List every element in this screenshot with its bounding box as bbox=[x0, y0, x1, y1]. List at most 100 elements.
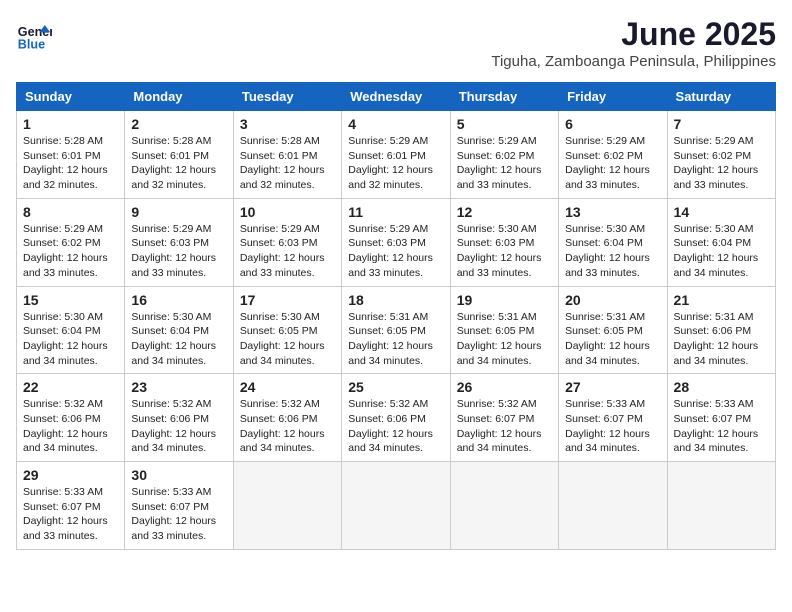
day-info: Sunrise: 5:28 AMSunset: 6:01 PMDaylight:… bbox=[131, 134, 226, 193]
day-number: 8 bbox=[23, 204, 118, 220]
day-info: Sunrise: 5:31 AMSunset: 6:06 PMDaylight:… bbox=[674, 310, 769, 369]
day-info: Sunrise: 5:29 AMSunset: 6:01 PMDaylight:… bbox=[348, 134, 443, 193]
header-monday: Monday bbox=[125, 83, 233, 111]
calendar-day-cell: 4 Sunrise: 5:29 AMSunset: 6:01 PMDayligh… bbox=[342, 111, 450, 199]
day-number: 22 bbox=[23, 379, 118, 395]
day-number: 5 bbox=[457, 116, 552, 132]
day-number: 15 bbox=[23, 292, 118, 308]
calendar-day-cell: 6 Sunrise: 5:29 AMSunset: 6:02 PMDayligh… bbox=[559, 111, 667, 199]
calendar-day-cell: 22 Sunrise: 5:32 AMSunset: 6:06 PMDaylig… bbox=[17, 374, 125, 462]
calendar-day-cell bbox=[667, 462, 775, 550]
calendar-day-cell bbox=[559, 462, 667, 550]
day-info: Sunrise: 5:32 AMSunset: 6:06 PMDaylight:… bbox=[240, 397, 335, 456]
day-number: 14 bbox=[674, 204, 769, 220]
day-info: Sunrise: 5:32 AMSunset: 6:06 PMDaylight:… bbox=[348, 397, 443, 456]
day-info: Sunrise: 5:29 AMSunset: 6:02 PMDaylight:… bbox=[23, 222, 118, 281]
svg-text:Blue: Blue bbox=[18, 37, 45, 51]
day-info: Sunrise: 5:30 AMSunset: 6:04 PMDaylight:… bbox=[23, 310, 118, 369]
day-number: 21 bbox=[674, 292, 769, 308]
calendar-day-cell: 2 Sunrise: 5:28 AMSunset: 6:01 PMDayligh… bbox=[125, 111, 233, 199]
calendar-day-cell: 5 Sunrise: 5:29 AMSunset: 6:02 PMDayligh… bbox=[450, 111, 558, 199]
calendar-day-cell: 29 Sunrise: 5:33 AMSunset: 6:07 PMDaylig… bbox=[17, 462, 125, 550]
calendar-day-cell: 26 Sunrise: 5:32 AMSunset: 6:07 PMDaylig… bbox=[450, 374, 558, 462]
calendar-day-cell bbox=[233, 462, 341, 550]
calendar-day-cell: 23 Sunrise: 5:32 AMSunset: 6:06 PMDaylig… bbox=[125, 374, 233, 462]
day-info: Sunrise: 5:31 AMSunset: 6:05 PMDaylight:… bbox=[565, 310, 660, 369]
calendar-day-cell: 20 Sunrise: 5:31 AMSunset: 6:05 PMDaylig… bbox=[559, 286, 667, 374]
day-number: 13 bbox=[565, 204, 660, 220]
calendar-day-cell: 1 Sunrise: 5:28 AMSunset: 6:01 PMDayligh… bbox=[17, 111, 125, 199]
day-info: Sunrise: 5:29 AMSunset: 6:02 PMDaylight:… bbox=[565, 134, 660, 193]
day-number: 9 bbox=[131, 204, 226, 220]
day-number: 30 bbox=[131, 467, 226, 483]
logo: General Blue bbox=[16, 16, 52, 52]
calendar-day-cell: 10 Sunrise: 5:29 AMSunset: 6:03 PMDaylig… bbox=[233, 198, 341, 286]
calendar-day-cell: 19 Sunrise: 5:31 AMSunset: 6:05 PMDaylig… bbox=[450, 286, 558, 374]
header-saturday: Saturday bbox=[667, 83, 775, 111]
calendar-day-cell: 13 Sunrise: 5:30 AMSunset: 6:04 PMDaylig… bbox=[559, 198, 667, 286]
day-number: 18 bbox=[348, 292, 443, 308]
day-number: 2 bbox=[131, 116, 226, 132]
logo-icon: General Blue bbox=[16, 16, 52, 52]
month-title: June 2025 bbox=[491, 16, 776, 53]
day-number: 6 bbox=[565, 116, 660, 132]
day-info: Sunrise: 5:30 AMSunset: 6:04 PMDaylight:… bbox=[131, 310, 226, 369]
day-info: Sunrise: 5:32 AMSunset: 6:06 PMDaylight:… bbox=[131, 397, 226, 456]
day-info: Sunrise: 5:33 AMSunset: 6:07 PMDaylight:… bbox=[23, 485, 118, 544]
week-row-5: 29 Sunrise: 5:33 AMSunset: 6:07 PMDaylig… bbox=[17, 462, 776, 550]
day-info: Sunrise: 5:31 AMSunset: 6:05 PMDaylight:… bbox=[457, 310, 552, 369]
location-title: Tiguha, Zamboanga Peninsula, Philippines bbox=[491, 53, 776, 70]
day-info: Sunrise: 5:28 AMSunset: 6:01 PMDaylight:… bbox=[23, 134, 118, 193]
day-number: 27 bbox=[565, 379, 660, 395]
day-number: 3 bbox=[240, 116, 335, 132]
calendar-day-cell: 14 Sunrise: 5:30 AMSunset: 6:04 PMDaylig… bbox=[667, 198, 775, 286]
week-row-4: 22 Sunrise: 5:32 AMSunset: 6:06 PMDaylig… bbox=[17, 374, 776, 462]
day-info: Sunrise: 5:28 AMSunset: 6:01 PMDaylight:… bbox=[240, 134, 335, 193]
day-info: Sunrise: 5:31 AMSunset: 6:05 PMDaylight:… bbox=[348, 310, 443, 369]
header-friday: Friday bbox=[559, 83, 667, 111]
day-number: 28 bbox=[674, 379, 769, 395]
calendar-day-cell: 25 Sunrise: 5:32 AMSunset: 6:06 PMDaylig… bbox=[342, 374, 450, 462]
day-info: Sunrise: 5:29 AMSunset: 6:03 PMDaylight:… bbox=[348, 222, 443, 281]
calendar-day-cell: 12 Sunrise: 5:30 AMSunset: 6:03 PMDaylig… bbox=[450, 198, 558, 286]
day-number: 16 bbox=[131, 292, 226, 308]
day-number: 1 bbox=[23, 116, 118, 132]
day-info: Sunrise: 5:33 AMSunset: 6:07 PMDaylight:… bbox=[131, 485, 226, 544]
calendar-day-cell: 21 Sunrise: 5:31 AMSunset: 6:06 PMDaylig… bbox=[667, 286, 775, 374]
calendar-day-cell: 16 Sunrise: 5:30 AMSunset: 6:04 PMDaylig… bbox=[125, 286, 233, 374]
day-number: 24 bbox=[240, 379, 335, 395]
calendar-day-cell: 9 Sunrise: 5:29 AMSunset: 6:03 PMDayligh… bbox=[125, 198, 233, 286]
calendar-day-cell bbox=[342, 462, 450, 550]
day-info: Sunrise: 5:32 AMSunset: 6:07 PMDaylight:… bbox=[457, 397, 552, 456]
day-info: Sunrise: 5:29 AMSunset: 6:03 PMDaylight:… bbox=[240, 222, 335, 281]
header-thursday: Thursday bbox=[450, 83, 558, 111]
day-info: Sunrise: 5:33 AMSunset: 6:07 PMDaylight:… bbox=[565, 397, 660, 456]
weekday-header-row: Sunday Monday Tuesday Wednesday Thursday… bbox=[17, 83, 776, 111]
calendar-day-cell: 24 Sunrise: 5:32 AMSunset: 6:06 PMDaylig… bbox=[233, 374, 341, 462]
day-info: Sunrise: 5:33 AMSunset: 6:07 PMDaylight:… bbox=[674, 397, 769, 456]
day-number: 17 bbox=[240, 292, 335, 308]
day-number: 26 bbox=[457, 379, 552, 395]
week-row-3: 15 Sunrise: 5:30 AMSunset: 6:04 PMDaylig… bbox=[17, 286, 776, 374]
header-wednesday: Wednesday bbox=[342, 83, 450, 111]
day-number: 19 bbox=[457, 292, 552, 308]
day-info: Sunrise: 5:30 AMSunset: 6:04 PMDaylight:… bbox=[565, 222, 660, 281]
day-number: 10 bbox=[240, 204, 335, 220]
calendar-day-cell: 28 Sunrise: 5:33 AMSunset: 6:07 PMDaylig… bbox=[667, 374, 775, 462]
day-info: Sunrise: 5:29 AMSunset: 6:02 PMDaylight:… bbox=[674, 134, 769, 193]
day-info: Sunrise: 5:29 AMSunset: 6:03 PMDaylight:… bbox=[131, 222, 226, 281]
calendar-day-cell: 3 Sunrise: 5:28 AMSunset: 6:01 PMDayligh… bbox=[233, 111, 341, 199]
day-number: 4 bbox=[348, 116, 443, 132]
week-row-2: 8 Sunrise: 5:29 AMSunset: 6:02 PMDayligh… bbox=[17, 198, 776, 286]
day-info: Sunrise: 5:32 AMSunset: 6:06 PMDaylight:… bbox=[23, 397, 118, 456]
header: General Blue June 2025 Tiguha, Zamboanga… bbox=[16, 16, 776, 70]
calendar-day-cell: 15 Sunrise: 5:30 AMSunset: 6:04 PMDaylig… bbox=[17, 286, 125, 374]
day-number: 7 bbox=[674, 116, 769, 132]
day-number: 12 bbox=[457, 204, 552, 220]
calendar-day-cell: 17 Sunrise: 5:30 AMSunset: 6:05 PMDaylig… bbox=[233, 286, 341, 374]
calendar-day-cell: 30 Sunrise: 5:33 AMSunset: 6:07 PMDaylig… bbox=[125, 462, 233, 550]
calendar-day-cell: 27 Sunrise: 5:33 AMSunset: 6:07 PMDaylig… bbox=[559, 374, 667, 462]
calendar-day-cell: 18 Sunrise: 5:31 AMSunset: 6:05 PMDaylig… bbox=[342, 286, 450, 374]
day-number: 11 bbox=[348, 204, 443, 220]
header-sunday: Sunday bbox=[17, 83, 125, 111]
